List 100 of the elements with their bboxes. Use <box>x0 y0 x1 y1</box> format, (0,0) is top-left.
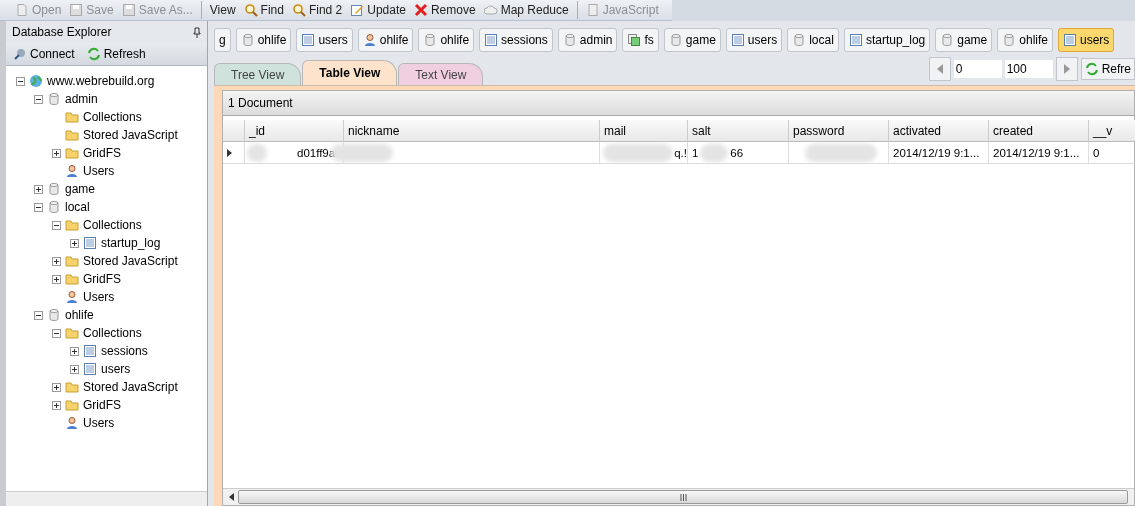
tree-item[interactable]: sessions <box>101 344 148 358</box>
tree-item[interactable]: users <box>101 362 131 376</box>
table-icon <box>730 33 745 47</box>
toolbar-button[interactable]: Map Reduce <box>480 1 572 19</box>
expand-icon[interactable] <box>52 400 61 410</box>
document-tab[interactable]: local <box>787 28 839 52</box>
view-tab[interactable]: Text View <box>398 63 484 85</box>
previous-page-button[interactable] <box>928 57 951 81</box>
skip-field[interactable]: 0 <box>953 60 1002 78</box>
collapse-icon[interactable] <box>16 76 25 86</box>
tree-item[interactable]: GridFS <box>83 146 121 160</box>
scroll-left-icon[interactable] <box>229 493 234 501</box>
column-header[interactable]: activated <box>889 120 989 142</box>
folder-icon <box>65 326 79 340</box>
tree-item[interactable]: ohlife <box>65 308 94 322</box>
expand-icon[interactable] <box>70 364 79 374</box>
toolbar-button[interactable]: Remove <box>410 1 479 19</box>
tree-item[interactable]: Collections <box>83 326 142 340</box>
document-tab[interactable]: ohlife <box>235 28 292 52</box>
document-tab[interactable]: ohlife <box>997 28 1053 52</box>
tree-item[interactable]: www.webrebuild.org <box>47 74 155 88</box>
tree-item[interactable]: Stored JavaScript <box>83 380 178 394</box>
tree-item[interactable]: admin <box>65 92 98 106</box>
tree-item[interactable]: Stored JavaScript <box>83 128 178 142</box>
toolbar-button[interactable]: Find <box>240 1 287 19</box>
document-tab[interactable]: users <box>725 28 783 52</box>
column-header[interactable]: salt <box>688 120 789 142</box>
document-tab[interactable]: ohlife <box>357 28 414 52</box>
pin-icon[interactable] <box>193 26 201 38</box>
user-icon <box>65 164 79 178</box>
document-tab[interactable]: game <box>663 28 721 52</box>
tree-item[interactable]: GridFS <box>83 398 121 412</box>
toolbar-button[interactable]: Find 2 <box>288 1 346 19</box>
tree-item[interactable]: GridFS <box>83 272 121 286</box>
document-tab[interactable]: sessions <box>479 28 553 52</box>
expand-icon[interactable] <box>70 238 79 248</box>
expand-icon[interactable] <box>52 382 61 392</box>
database-icon <box>940 33 955 47</box>
tree-item[interactable]: Users <box>83 164 115 178</box>
document-tab[interactable]: users <box>296 28 353 52</box>
document-tab[interactable]: fs <box>622 28 659 52</box>
database-icon <box>668 33 683 47</box>
collapse-icon[interactable] <box>34 94 43 104</box>
left-arrow-icon <box>936 64 943 74</box>
document-icon <box>15 3 29 17</box>
redaction-blur <box>247 144 267 162</box>
column-header[interactable]: _id <box>245 120 344 142</box>
next-page-button[interactable] <box>1055 57 1078 81</box>
expand-icon[interactable] <box>70 346 79 356</box>
column-header[interactable]: password <box>789 120 889 142</box>
view-tab[interactable]: Tree View <box>214 63 302 85</box>
column-header[interactable]: mail <box>600 120 688 142</box>
tree-item[interactable]: Collections <box>83 218 142 232</box>
expand-icon[interactable] <box>52 256 61 266</box>
toolbar-button[interactable]: Update <box>347 1 409 19</box>
view-tab[interactable]: Table View <box>302 60 398 85</box>
table-cell: 0 <box>1089 142 1135 164</box>
column-header[interactable]: created <box>989 120 1089 142</box>
tree-item[interactable]: Users <box>83 416 115 430</box>
column-header[interactable]: __v <box>1089 120 1135 142</box>
collapse-icon[interactable] <box>52 220 61 230</box>
folder-icon <box>65 110 79 124</box>
scrollbar-thumb[interactable] <box>238 490 1128 504</box>
scrollbar[interactable] <box>6 491 207 506</box>
expand-icon[interactable] <box>52 148 61 158</box>
document-tab[interactable]: game <box>935 28 993 52</box>
explorer-button[interactable]: Connect <box>10 47 78 61</box>
database-icon <box>47 308 61 322</box>
refresh-icon <box>86 47 101 61</box>
toolbar-button[interactable]: View <box>206 1 239 19</box>
collapse-icon[interactable] <box>34 202 43 212</box>
document-tab[interactable]: ohlife <box>418 28 475 52</box>
right-arrow-icon <box>1063 64 1070 74</box>
folder-icon <box>65 128 79 142</box>
collapse-icon[interactable] <box>52 328 61 338</box>
document-tab[interactable]: g <box>214 28 231 52</box>
column-header[interactable]: nickname <box>344 120 600 142</box>
document-tab[interactable]: admin <box>557 28 618 52</box>
row-selector[interactable] <box>223 142 245 164</box>
pager-refresh-button[interactable]: Refre <box>1080 58 1135 80</box>
tree-item[interactable]: local <box>65 200 90 214</box>
table-icon <box>1062 33 1077 47</box>
folder-icon <box>65 146 79 160</box>
document-tab[interactable]: startup_log <box>843 28 931 52</box>
redaction-blur <box>700 144 728 162</box>
expand-icon[interactable] <box>52 274 61 284</box>
tree-item[interactable]: Collections <box>83 110 142 124</box>
tree-item[interactable]: Users <box>83 290 115 304</box>
explorer-button[interactable]: Refresh <box>83 47 149 61</box>
database-icon <box>423 33 438 47</box>
folder-icon <box>65 380 79 394</box>
limit-field[interactable]: 100 <box>1004 60 1053 78</box>
expand-icon[interactable] <box>34 184 43 194</box>
tree-item[interactable]: game <box>65 182 96 196</box>
table-cell: 2014/12/19 9:1... <box>989 142 1089 164</box>
pencil-note-icon <box>350 3 365 17</box>
collapse-icon[interactable] <box>34 310 43 320</box>
tree-item[interactable]: startup_log <box>101 236 161 250</box>
document-tab[interactable]: users <box>1057 28 1115 52</box>
tree-item[interactable]: Stored JavaScript <box>83 254 178 268</box>
